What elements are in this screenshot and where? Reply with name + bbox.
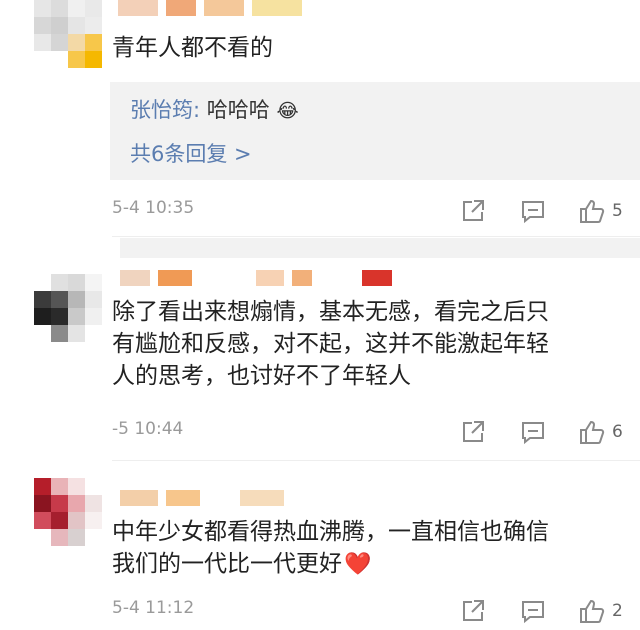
heart-emoji-icon: ❤️ <box>344 552 372 577</box>
laughing-emoji-icon: 😂 <box>276 100 299 122</box>
share-button[interactable] <box>460 198 486 224</box>
reply-preview[interactable]: 张怡筠: 哈哈哈 😂 共6条回复 > <box>110 82 640 180</box>
comment-button[interactable] <box>520 198 546 224</box>
comment-icon <box>522 601 544 624</box>
avatar[interactable] <box>34 478 102 546</box>
timestamp: -5 10:44 <box>112 419 184 439</box>
divider <box>112 236 640 237</box>
comment-button[interactable] <box>520 419 546 445</box>
like-icon <box>580 199 605 223</box>
username-blurred[interactable] <box>120 490 284 508</box>
share-icon <box>463 200 484 221</box>
like-button[interactable]: 6 <box>578 419 623 445</box>
comment-text: 青年人都不看的 <box>112 35 273 61</box>
comment-text-line: 我们的一代比一代更好❤️ <box>112 548 549 581</box>
divider <box>112 460 640 461</box>
comment-text-line: 有尴尬和反感，对不起，这并不能激起年轻 <box>112 331 549 357</box>
comment-icon <box>522 422 544 445</box>
comment-text: 除了看出来想煽情，基本无感，看完之后只 有尴尬和反感，对不起，这并不能激起年轻 … <box>112 296 549 392</box>
username-blurred[interactable] <box>120 270 392 288</box>
comment-item: 中年少女都看得热血沸腾，一直相信也确信 我们的一代比一代更好❤️ 5-4 11:… <box>0 478 640 630</box>
share-button[interactable] <box>460 419 486 445</box>
comment-item: 青年人都不看的 张怡筠: 哈哈哈 😂 共6条回复 > 5-4 10:35 5 <box>0 0 640 225</box>
share-icon <box>463 600 484 621</box>
comment-meta: 5-4 10:35 5 <box>112 198 640 224</box>
like-icon <box>580 420 605 444</box>
comment-icon <box>522 201 544 224</box>
username-blurred[interactable] <box>118 0 302 18</box>
reply-username[interactable]: 张怡筠: <box>130 98 200 122</box>
comment-text: 中年少女都看得热血沸腾，一直相信也确信 我们的一代比一代更好❤️ <box>112 516 549 581</box>
avatar[interactable] <box>34 0 102 68</box>
comment-text-line: 除了看出来想煽情，基本无感，看完之后只 <box>112 299 549 325</box>
reply-text: 哈哈哈 <box>206 98 270 122</box>
comment-text-line: 人的思考，也讨好不了年轻人 <box>112 363 411 389</box>
comment-meta: 5-4 11:12 2 <box>112 598 640 624</box>
like-icon <box>580 599 605 623</box>
comment-text-segment: 我们的一代比一代更好 <box>112 551 342 577</box>
like-count: 2 <box>612 601 623 621</box>
reply-line: 张怡筠: 哈哈哈 😂 <box>130 94 299 124</box>
like-count: 6 <box>612 422 623 442</box>
more-replies-link[interactable]: 共6条回复 > <box>130 138 252 168</box>
like-button[interactable]: 2 <box>578 598 623 624</box>
share-button[interactable] <box>460 598 486 624</box>
comment-meta: -5 10:44 6 <box>112 419 640 445</box>
avatar[interactable] <box>34 274 102 342</box>
comment-item: 除了看出来想煽情，基本无感，看完之后只 有尴尬和反感，对不起，这并不能激起年轻 … <box>0 260 640 460</box>
comment-button[interactable] <box>520 598 546 624</box>
timestamp: 5-4 10:35 <box>112 198 195 218</box>
like-count: 5 <box>612 201 623 221</box>
share-icon <box>463 421 484 442</box>
comment-text-line: 中年少女都看得热血沸腾，一直相信也确信 <box>112 519 549 545</box>
blur-strip <box>120 238 640 258</box>
like-button[interactable]: 5 <box>578 198 623 224</box>
timestamp: 5-4 11:12 <box>112 598 195 618</box>
